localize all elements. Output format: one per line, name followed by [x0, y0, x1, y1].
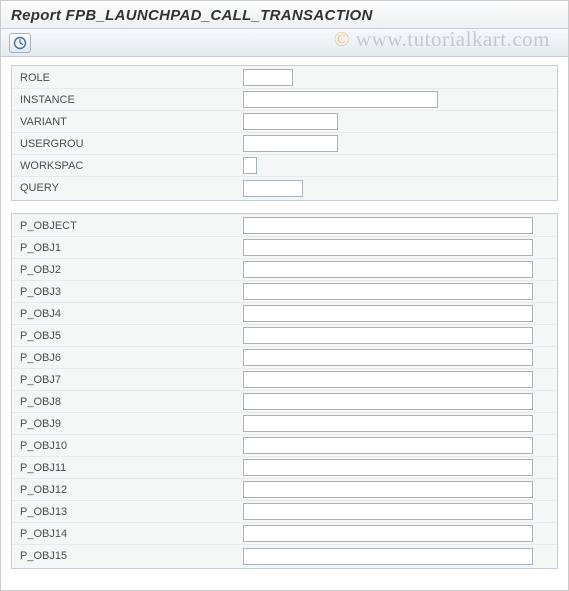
param-row: P_OBJ7 [12, 369, 557, 391]
param-input-p_obj11[interactable] [243, 459, 533, 476]
param-row: QUERY [12, 177, 557, 199]
param-input-p_obj15[interactable] [243, 548, 533, 565]
param-label: ROLE [18, 72, 243, 84]
param-label: P_OBJ1 [18, 242, 243, 254]
param-row: P_OBJ3 [12, 281, 557, 303]
param-row: WORKSPAC [12, 155, 557, 177]
param-row: P_OBJ10 [12, 435, 557, 457]
parameter-group-1: ROLE INSTANCE VARIANT USERGROU WORKSPAC QUERY [11, 65, 558, 201]
param-row: P_OBJ11 [12, 457, 557, 479]
param-row: P_OBJ9 [12, 413, 557, 435]
param-label: VARIANT [18, 116, 243, 128]
param-input-p_obj6[interactable] [243, 349, 533, 366]
param-row: P_OBJ2 [12, 259, 557, 281]
param-value-cell [243, 327, 533, 344]
param-row: P_OBJ4 [12, 303, 557, 325]
param-label: QUERY [18, 182, 243, 194]
selection-screen: ROLE INSTANCE VARIANT USERGROU WORKSPAC QUERY… [1, 57, 568, 569]
param-label: P_OBJ13 [18, 506, 243, 518]
title-bar: Report FPB_LAUNCHPAD_CALL_TRANSACTION [1, 1, 568, 29]
param-label: USERGROU [18, 138, 243, 150]
param-value-cell [243, 157, 257, 174]
param-input-p_obj8[interactable] [243, 393, 533, 410]
param-value-cell [243, 69, 293, 86]
param-value-cell [243, 239, 533, 256]
param-label: INSTANCE [18, 94, 243, 106]
execute-icon [13, 36, 27, 50]
param-value-cell [243, 113, 338, 130]
param-row: P_OBJ6 [12, 347, 557, 369]
param-value-cell [243, 481, 533, 498]
param-label: P_OBJ14 [18, 528, 243, 540]
param-label: P_OBJ11 [18, 462, 243, 474]
param-input-p_obj10[interactable] [243, 437, 533, 454]
param-value-cell [243, 371, 533, 388]
param-input-p_object[interactable] [243, 217, 533, 234]
param-value-cell [243, 305, 533, 322]
param-value-cell [243, 217, 533, 234]
param-input-p_obj4[interactable] [243, 305, 533, 322]
param-input-instance[interactable] [243, 91, 438, 108]
param-input-p_obj5[interactable] [243, 327, 533, 344]
param-row: P_OBJ12 [12, 479, 557, 501]
param-input-p_obj1[interactable] [243, 239, 533, 256]
execute-button[interactable] [9, 33, 31, 53]
param-label: P_OBJ9 [18, 418, 243, 430]
param-label: P_OBJ15 [18, 550, 243, 562]
param-value-cell [243, 180, 303, 197]
param-input-usergrou[interactable] [243, 135, 338, 152]
param-input-p_obj3[interactable] [243, 283, 533, 300]
param-label: P_OBJ8 [18, 396, 243, 408]
param-row: P_OBJ8 [12, 391, 557, 413]
param-value-cell [243, 548, 533, 565]
param-input-variant[interactable] [243, 113, 338, 130]
param-row: P_OBJ1 [12, 237, 557, 259]
parameter-group-2: P_OBJECT P_OBJ1 P_OBJ2 P_OBJ3 P_OBJ4 P_OBJ5 P_… [11, 213, 558, 569]
param-label: P_OBJ10 [18, 440, 243, 452]
report-title: Report FPB_LAUNCHPAD_CALL_TRANSACTION [11, 7, 558, 24]
param-label: P_OBJECT [18, 220, 243, 232]
param-row: INSTANCE [12, 89, 557, 111]
param-input-query[interactable] [243, 180, 303, 197]
param-input-p_obj14[interactable] [243, 525, 533, 542]
param-value-cell [243, 135, 338, 152]
param-value-cell [243, 349, 533, 366]
param-row: P_OBJ13 [12, 501, 557, 523]
param-label: P_OBJ6 [18, 352, 243, 364]
param-label: P_OBJ5 [18, 330, 243, 342]
param-value-cell [243, 393, 533, 410]
param-input-p_obj7[interactable] [243, 371, 533, 388]
param-row: USERGROU [12, 133, 557, 155]
param-input-p_obj12[interactable] [243, 481, 533, 498]
param-label: P_OBJ12 [18, 484, 243, 496]
param-value-cell [243, 525, 533, 542]
param-input-p_obj2[interactable] [243, 261, 533, 278]
param-input-role[interactable] [243, 69, 293, 86]
param-value-cell [243, 415, 533, 432]
param-value-cell [243, 283, 533, 300]
param-label: WORKSPAC [18, 160, 243, 172]
application-toolbar [1, 29, 568, 57]
param-row: ROLE [12, 67, 557, 89]
param-label: P_OBJ7 [18, 374, 243, 386]
param-row: P_OBJ14 [12, 523, 557, 545]
param-row: VARIANT [12, 111, 557, 133]
param-value-cell [243, 437, 533, 454]
param-value-cell [243, 459, 533, 476]
param-input-workspac[interactable] [243, 157, 257, 174]
param-row: P_OBJECT [12, 215, 557, 237]
param-input-p_obj13[interactable] [243, 503, 533, 520]
param-value-cell [243, 91, 438, 108]
param-label: P_OBJ4 [18, 308, 243, 320]
param-input-p_obj9[interactable] [243, 415, 533, 432]
param-value-cell [243, 261, 533, 278]
param-label: P_OBJ2 [18, 264, 243, 276]
param-label: P_OBJ3 [18, 286, 243, 298]
param-row: P_OBJ5 [12, 325, 557, 347]
param-row: P_OBJ15 [12, 545, 557, 567]
param-value-cell [243, 503, 533, 520]
